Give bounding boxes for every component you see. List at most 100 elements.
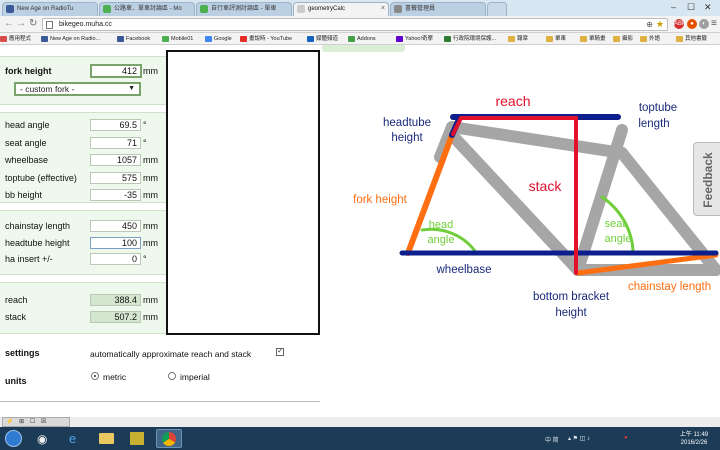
new-tab-button[interactable] — [487, 2, 507, 16]
bookmark-item[interactable]: 行政院環境保護... — [444, 33, 496, 45]
bookmark-item[interactable]: 媒體頻道 — [307, 33, 338, 45]
bookmark-label: Yahoo!奇摩 — [405, 36, 434, 42]
headtube-height-input[interactable]: 100 — [90, 236, 141, 249]
toptube-effective-label: toptube (effective) — [5, 172, 77, 183]
bookmark-item[interactable]: New Age on Radio... — [41, 33, 100, 45]
back-arrow-icon[interactable]: ← — [4, 18, 14, 30]
clock[interactable]: 上午 11:49 2016/2/26 — [672, 431, 716, 447]
bookmark-item[interactable]: 攝影 — [613, 33, 633, 45]
tab-bookmark-manager[interactable]: 書籤管理員 — [390, 2, 486, 16]
chainstay-length-input[interactable]: 450 — [90, 220, 141, 232]
bookmark-item[interactable]: Google — [205, 33, 232, 45]
imperial-radio[interactable] — [168, 372, 176, 380]
menu-icon[interactable]: ≡ — [711, 18, 717, 30]
head-angle-input[interactable]: 69.5 — [90, 119, 141, 131]
tab-favicon-icon — [6, 5, 14, 13]
bookmark-label: 單車 — [555, 36, 567, 42]
frame-preview-canvas — [166, 50, 320, 335]
bookmark-star-icon[interactable]: ★ — [656, 19, 664, 30]
headtube-label-2: height — [391, 132, 423, 144]
tab-forum-1[interactable]: 公路車．單車討論區 - Mo — [99, 2, 195, 16]
taskbar-app-icon[interactable] — [125, 429, 151, 448]
address-bar[interactable]: bikegeo.muha.cc ⊕ ★ — [42, 18, 668, 31]
toptube-effective-input[interactable]: 575 — [90, 171, 141, 184]
toptube-effective-unit: mm — [143, 172, 158, 183]
extension-abp-icon[interactable]: ABP — [674, 19, 686, 29]
bookmark-label: Mobile01 — [171, 36, 194, 42]
bookmark-item[interactable]: Addons — [348, 33, 376, 45]
bookmark-favicon-icon — [676, 36, 683, 42]
ime-indicator[interactable]: 中 简 — [545, 435, 559, 444]
bottom-bracket-label-2: height — [555, 307, 587, 319]
chainstay-length-label: chainstay length — [5, 221, 71, 231]
clock-time: 上午 11:49 — [679, 432, 709, 438]
extension-icon[interactable]: ● — [687, 19, 697, 29]
bookmark-item[interactable]: 畫說時 - YouTube — [240, 33, 292, 45]
bookmark-favicon-icon — [396, 36, 403, 42]
metric-radio[interactable] — [91, 372, 99, 380]
bookmark-item[interactable]: Mobile01 — [162, 33, 193, 45]
bookmark-item[interactable]: 單車 — [546, 33, 566, 45]
bookmark-item[interactable]: 單騎畫 — [580, 33, 606, 45]
bookmark-item[interactable]: 應用程式 — [0, 33, 31, 45]
bookmark-label: 應用程式 — [9, 36, 32, 42]
bookmark-label: 外語 — [649, 36, 661, 42]
tab-geometrycalc[interactable]: geometryCalc × — [293, 2, 389, 16]
tray-icons[interactable]: ▴ ⚑ ◫ ♪ — [568, 435, 590, 442]
tray-antivirus-icon[interactable]: ● — [624, 435, 628, 441]
start-button[interactable] — [5, 430, 22, 447]
bb-height-input[interactable]: -35 — [90, 189, 141, 201]
seat-angle-label: seat angle — [5, 137, 47, 148]
wheelbase-unit: mm — [143, 155, 158, 165]
chainstay-diagram-label: chainstay length — [628, 281, 711, 293]
bookmark-favicon-icon — [640, 36, 647, 42]
feedback-tab[interactable]: Feedback — [693, 142, 720, 216]
fork-select[interactable]: - custom fork - ▼ — [14, 82, 141, 96]
taskbar-eye-app-icon[interactable]: ◉ — [32, 429, 58, 448]
url-text: bikegeo.muha.cc — [59, 21, 112, 28]
headtube-height-unit: mm — [143, 237, 158, 248]
ha-insert-input[interactable]: 0 — [90, 253, 141, 265]
taskbar-folder-icon[interactable] — [94, 429, 120, 448]
mini-tools[interactable]: ⚡ ⊞ ☐ ☒ — [2, 417, 70, 427]
bookmark-label: Facebook — [126, 36, 151, 42]
forward-arrow-icon[interactable]: → — [16, 18, 26, 30]
page-icon — [46, 21, 53, 29]
wheelbase-label: wheelbase — [436, 264, 492, 276]
toptube-label-2: length — [638, 118, 669, 130]
close-window-icon[interactable]: ✕ — [704, 1, 712, 13]
stack-value: 507.2 — [90, 310, 141, 323]
reach-unit: mm — [143, 295, 158, 305]
taskbar-ie-icon[interactable]: e — [63, 429, 89, 448]
minimize-icon[interactable]: ‒ — [671, 1, 676, 13]
extension-translate-icon[interactable]: ◐ — [699, 19, 709, 29]
maximize-icon[interactable]: ☐ — [687, 1, 695, 13]
tab-favicon-icon — [297, 5, 305, 13]
bookmark-favicon-icon — [0, 36, 7, 42]
bookmark-item[interactable]: 其他書籤 — [676, 33, 707, 45]
bookmark-item[interactable]: Yahoo!奇摩 — [396, 33, 433, 45]
tab-label: geometryCalc — [308, 6, 346, 12]
divider — [0, 401, 320, 402]
auto-approx-label: automatically approximate reach and stac… — [90, 349, 252, 359]
fork-height-unit: mm — [143, 66, 158, 76]
bookmark-item[interactable]: 報章 — [508, 33, 528, 45]
reload-icon[interactable]: ↻ — [29, 18, 37, 30]
tab-radio[interactable]: New Age on RadioTu — [2, 2, 98, 16]
tab-forum-2[interactable]: 自行車評測討論區 - 單車 — [196, 2, 292, 16]
fork-height-diagram-label: fork height — [353, 194, 408, 206]
bookmark-label: 媒體頻道 — [316, 36, 339, 42]
seat-angle-input[interactable]: 71 — [90, 136, 141, 149]
tab-close-icon[interactable]: × — [381, 3, 385, 15]
head-angle-unit: ° — [143, 120, 147, 130]
chainstay-length-unit: mm — [143, 221, 158, 231]
auto-approx-checkbox[interactable]: ✓ — [276, 348, 284, 356]
bookmark-item[interactable]: 外語 — [640, 33, 660, 45]
taskbar-chrome-icon[interactable] — [156, 429, 182, 448]
headtube-label: headtube — [383, 117, 431, 129]
results-group — [0, 282, 166, 334]
bookmark-item[interactable]: Facebook — [117, 33, 150, 45]
zoom-icon[interactable]: ⊕ — [646, 20, 653, 29]
fork-height-input[interactable]: 412 — [90, 64, 142, 78]
wheelbase-input[interactable]: 1057 — [90, 154, 141, 166]
